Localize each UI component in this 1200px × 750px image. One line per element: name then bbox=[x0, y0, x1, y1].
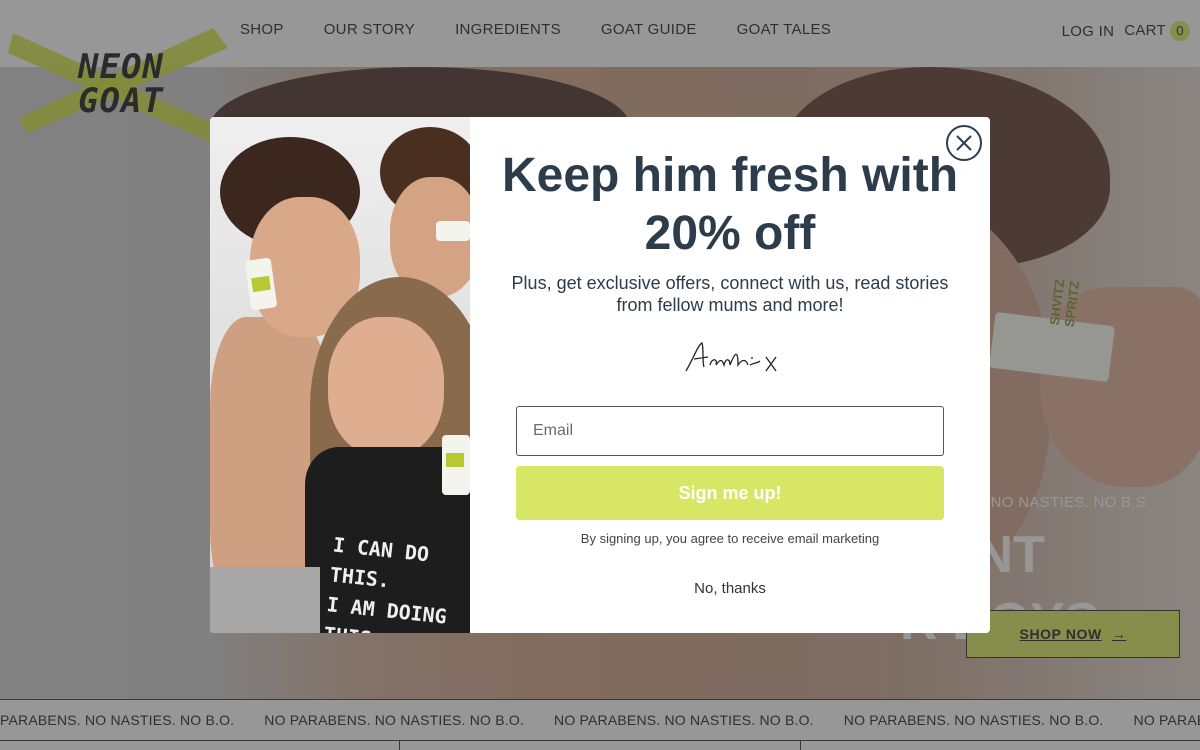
no-thanks-link[interactable]: No, thanks bbox=[516, 580, 944, 597]
popup-subtext: Plus, get exclusive offers, connect with… bbox=[511, 273, 949, 315]
popup-content: Keep him fresh with 20% off Plus, get ex… bbox=[470, 117, 990, 633]
photo-product-stick bbox=[442, 435, 470, 495]
photo-shirt-text: I CAN DO THIS.I AM DOING THIS. bbox=[322, 532, 448, 633]
email-input[interactable] bbox=[516, 406, 944, 456]
photo-product-stick bbox=[436, 221, 470, 241]
photo-boy-pants bbox=[210, 567, 320, 633]
photo-mum-face bbox=[328, 317, 444, 457]
marketing-disclaimer: By signing up, you agree to receive emai… bbox=[580, 531, 880, 546]
popup-headline: Keep him fresh with 20% off bbox=[501, 149, 959, 260]
handwritten-signature bbox=[685, 342, 777, 372]
popup-family-photo: I CAN DO THIS.I AM DOING THIS. bbox=[210, 117, 470, 633]
discount-popup: I CAN DO THIS.I AM DOING THIS. Keep him … bbox=[210, 117, 990, 633]
sign-me-up-button[interactable]: Sign me up! bbox=[516, 466, 944, 520]
